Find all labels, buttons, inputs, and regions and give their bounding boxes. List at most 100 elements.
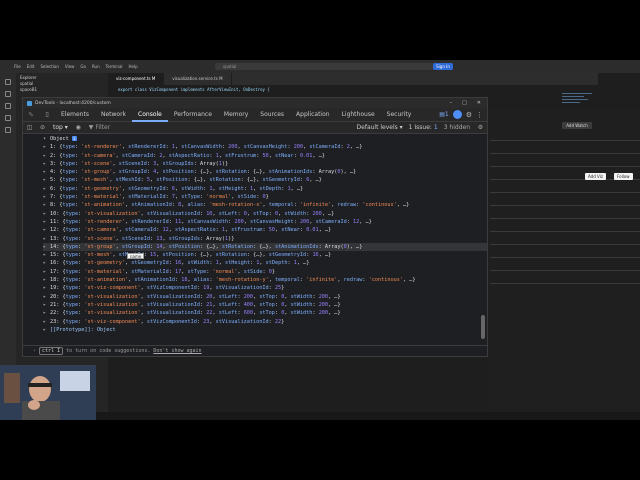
expand-triangle-icon[interactable]: ▸ — [43, 276, 50, 284]
add-viz-button[interactable]: Add Viz — [585, 173, 606, 180]
expand-triangle-icon[interactable]: ▸ — [43, 259, 50, 267]
menu-file[interactable]: File — [14, 64, 21, 69]
maximize-icon[interactable]: □ — [462, 100, 467, 106]
expand-triangle-icon[interactable]: ▸ — [43, 293, 50, 301]
tab-network[interactable]: Network — [95, 108, 132, 122]
console-entry[interactable]: ▸ 4: {type: 'st-group', stGroupId: 4, stP… — [43, 168, 487, 176]
menu-view[interactable]: View — [65, 64, 75, 69]
console-scrollbar[interactable] — [481, 135, 485, 345]
console-entry[interactable]: ▸ 23: {type: 'st-viz-component', stVizCom… — [43, 318, 487, 326]
console-entry[interactable]: ▸ 5: {type: 'st-mesh', stMeshId: 5, stPos… — [43, 176, 487, 184]
expand-triangle-icon[interactable]: ▸ — [43, 301, 50, 309]
tab-security[interactable]: Security — [381, 108, 418, 122]
menu-help[interactable]: Help — [129, 64, 138, 69]
menu-terminal[interactable]: Terminal — [106, 64, 123, 69]
filter-input[interactable]: ▼ Filter — [89, 124, 110, 131]
sidebar-toggle-icon[interactable]: ◫ — [23, 124, 36, 131]
console-entry[interactable]: ▸ 7: {type: 'st-material', stMaterialId: … — [43, 193, 487, 201]
sign-in-button[interactable]: Sign In — [433, 63, 453, 70]
expand-triangle-icon[interactable]: ▸ — [43, 185, 50, 193]
clear-console-icon[interactable]: ⊘ — [36, 124, 49, 131]
explorer-icon[interactable] — [5, 79, 11, 85]
message-badge[interactable]: ▤1 — [439, 111, 449, 118]
more-menu-icon[interactable]: ⋮ — [476, 111, 483, 119]
console-entry[interactable]: ▸ 1: {type: 'st-renderer', stRendererId: … — [43, 143, 487, 151]
ai-assistance-icon[interactable] — [452, 110, 462, 119]
run-debug-icon[interactable] — [5, 115, 11, 121]
expand-triangle-icon[interactable]: ▸ — [43, 143, 50, 151]
menu-go[interactable]: Go — [80, 64, 86, 69]
source-control-icon[interactable] — [5, 103, 11, 109]
close-icon[interactable]: ✕ — [477, 100, 481, 106]
editor-tab[interactable]: viz-component.ts M — [108, 73, 165, 85]
console-entry[interactable]: ▸ 18: {type: 'st-animation', stAnimationI… — [43, 276, 487, 284]
expand-triangle-icon[interactable]: ▸ — [43, 243, 50, 251]
expand-triangle-icon[interactable]: ▸ — [43, 284, 50, 292]
console-entry[interactable]: ▸15: {type: 'st-mesh', stMeshId: 15, stP… — [43, 251, 487, 259]
search-icon[interactable] — [5, 91, 11, 97]
console-entry[interactable]: ▸ 19: {type: 'st-viz-component', stVizCom… — [43, 284, 487, 292]
console-entry[interactable]: ▸ 20: {type: 'st-visualization', stVisual… — [43, 293, 487, 301]
console-entry[interactable]: ▸ 13: {type: 'st-scene', stSceneId: 13, s… — [43, 235, 487, 243]
minimize-icon[interactable]: – — [450, 100, 453, 106]
expand-triangle-icon[interactable]: ▸ — [43, 309, 50, 317]
expand-triangle-icon[interactable]: ▸ — [43, 326, 50, 334]
console-entry[interactable]: ▸ 12: {type: 'st-camera', stCameraId: 12,… — [43, 226, 487, 234]
device-toolbar-icon[interactable]: ▯ — [39, 111, 55, 118]
log-levels-dropdown[interactable]: Default levels ▾ — [357, 124, 403, 131]
expand-triangle-icon[interactable]: ▸ — [43, 160, 50, 168]
editor-tab[interactable]: visualization.service.ts M — [164, 73, 232, 85]
expand-triangle-icon[interactable]: ▸ — [43, 218, 50, 226]
expand-triangle-icon[interactable]: ▸ — [43, 176, 50, 184]
dont-show-again-link[interactable]: Don't show again — [153, 348, 201, 354]
console-settings-icon[interactable]: ⚙ — [474, 124, 487, 131]
expand-triangle-icon[interactable]: ▸ — [43, 201, 50, 209]
issues-counter[interactable]: 1 Issue: 1 — [409, 124, 438, 131]
follow-button[interactable]: Follow — [614, 173, 633, 180]
explorer-item[interactable]: spaceB1 — [20, 87, 104, 93]
settings-gear-icon[interactable]: ⚙ — [466, 111, 472, 119]
expand-triangle-icon[interactable]: ▸ — [43, 251, 50, 259]
context-selector[interactable]: top ▾ — [49, 124, 72, 131]
expand-triangle-icon[interactable]: ▸ — [43, 318, 50, 326]
eye-icon[interactable]: ◉ — [72, 124, 85, 131]
expand-triangle-icon[interactable]: ▸ — [43, 168, 50, 176]
prototype-line[interactable]: ▸ [[Prototype]]: Object — [43, 326, 487, 334]
console-output[interactable]: ▾ Object i ▸ 1: {type: 'st-renderer', stRe… — [23, 135, 487, 345]
tab-memory[interactable]: Memory — [218, 108, 254, 122]
expand-triangle-icon[interactable]: ▸ — [43, 235, 50, 243]
menu-run[interactable]: Run — [92, 64, 100, 69]
menu-selection[interactable]: Selection — [40, 64, 58, 69]
inspect-element-icon[interactable]: ⬁ — [23, 111, 39, 118]
scrollbar-thumb[interactable] — [481, 315, 485, 339]
tab-elements[interactable]: Elements — [55, 108, 95, 122]
console-entry[interactable]: ▸ 6: {type: 'st-geometry', stGeometryId: … — [43, 185, 487, 193]
tab-application[interactable]: Application — [290, 108, 336, 122]
info-icon[interactable]: i — [71, 136, 77, 141]
command-center-search[interactable]: spatial — [215, 63, 435, 70]
console-entry[interactable]: ▸ 8: {type: 'st-animation', stAnimationId… — [43, 201, 487, 209]
console-entry[interactable]: ▸ 10: {type: 'st-visualization', stVisual… — [43, 210, 487, 218]
console-entry[interactable]: ▸ 21: {type: 'st-visualization', stVisual… — [43, 301, 487, 309]
tab-lighthouse[interactable]: Lighthouse — [336, 108, 381, 122]
console-prompt[interactable]: › ctrl I to turn on code suggestions. Do… — [23, 345, 487, 357]
expand-triangle-icon[interactable]: ▸ — [43, 268, 50, 276]
minimap[interactable] — [562, 93, 598, 111]
expand-triangle-icon[interactable]: ▸ — [43, 210, 50, 218]
expand-triangle-icon[interactable]: ▸ — [43, 226, 50, 234]
expand-triangle-icon[interactable]: ▸ — [43, 152, 50, 160]
add-watch-button[interactable]: Add Watch — [562, 122, 592, 129]
console-entry[interactable]: ▸ 3: {type: 'st-scene', stSceneId: 3, stG… — [43, 160, 487, 168]
console-entry[interactable]: ▸ 17: {type: 'st-material', stMaterialId:… — [43, 268, 487, 276]
tab-performance[interactable]: Performance — [168, 108, 218, 122]
console-entry[interactable]: ▸ 11: {type: 'st-renderer', stRendererId:… — [43, 218, 487, 226]
console-entry[interactable]: ▸ 2: {type: 'st-camera', stCameraId: 2, s… — [43, 152, 487, 160]
extensions-icon[interactable] — [5, 127, 11, 133]
expand-triangle-icon[interactable]: ▾ — [43, 135, 50, 143]
tab-console[interactable]: Console — [132, 108, 168, 122]
console-entry[interactable]: ▸ 16: {type: 'st-geometry', stGeometryId:… — [43, 259, 487, 267]
expand-triangle-icon[interactable]: ▸ — [43, 193, 50, 201]
tab-sources[interactable]: Sources — [254, 108, 290, 122]
object-header[interactable]: ▾ Object i — [43, 135, 487, 143]
console-entry[interactable]: ▸ 22: {type: 'st-visualization', stVisual… — [43, 309, 487, 317]
